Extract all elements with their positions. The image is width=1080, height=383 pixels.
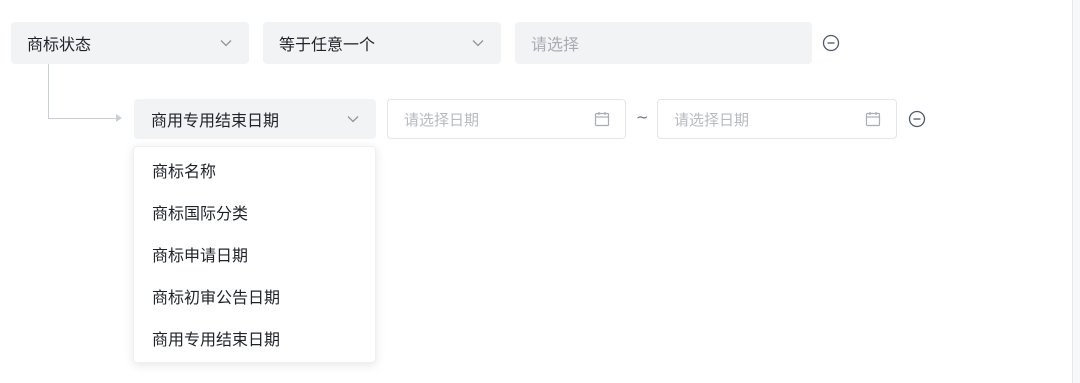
start-date-placeholder: 请选择日期 bbox=[404, 110, 480, 129]
condition-operator-select[interactable]: 等于任意一个 bbox=[263, 22, 501, 64]
calendar-icon bbox=[593, 110, 611, 128]
connector-arrow bbox=[116, 114, 122, 122]
minus-circle-icon[interactable] bbox=[821, 33, 841, 53]
end-date-input[interactable]: 请选择日期 bbox=[657, 99, 897, 139]
dropdown-option[interactable]: 商标初审公告日期 bbox=[134, 277, 375, 319]
dropdown-option[interactable]: 商用专用结束日期 bbox=[134, 319, 375, 361]
chevron-down-icon bbox=[346, 112, 360, 126]
minus-circle-icon[interactable] bbox=[907, 109, 927, 129]
tree-connector-line bbox=[48, 64, 117, 119]
subcondition-field-select[interactable]: 商用专用结束日期 bbox=[134, 99, 376, 139]
calendar-icon bbox=[864, 110, 882, 128]
range-separator: ~ bbox=[636, 108, 649, 126]
dropdown-option[interactable]: 商标申请日期 bbox=[134, 235, 375, 277]
end-date-placeholder: 请选择日期 bbox=[674, 110, 750, 129]
condition-field-select[interactable]: 商标状态 bbox=[11, 22, 249, 64]
chevron-down-icon bbox=[471, 36, 485, 50]
field-dropdown-menu: 商标名称 商标国际分类 商标申请日期 商标初审公告日期 商用专用结束日期 bbox=[133, 146, 376, 363]
start-date-input[interactable]: 请选择日期 bbox=[387, 99, 626, 139]
dropdown-option[interactable]: 商标国际分类 bbox=[134, 193, 375, 235]
condition-operator-value: 等于任意一个 bbox=[279, 35, 376, 54]
filter-panel: 商标状态 等于任意一个 请选择 商用专用结束日期 请选择日期 ~ 请选择日期 商… bbox=[0, 0, 1073, 383]
chevron-down-icon bbox=[219, 36, 233, 50]
condition-field-value: 商标状态 bbox=[27, 35, 92, 54]
dropdown-option[interactable]: 商标名称 bbox=[134, 151, 375, 193]
condition-value-placeholder: 请选择 bbox=[531, 35, 580, 54]
subcondition-field-value: 商用专用结束日期 bbox=[151, 111, 280, 130]
condition-value-select[interactable]: 请选择 bbox=[515, 22, 812, 64]
